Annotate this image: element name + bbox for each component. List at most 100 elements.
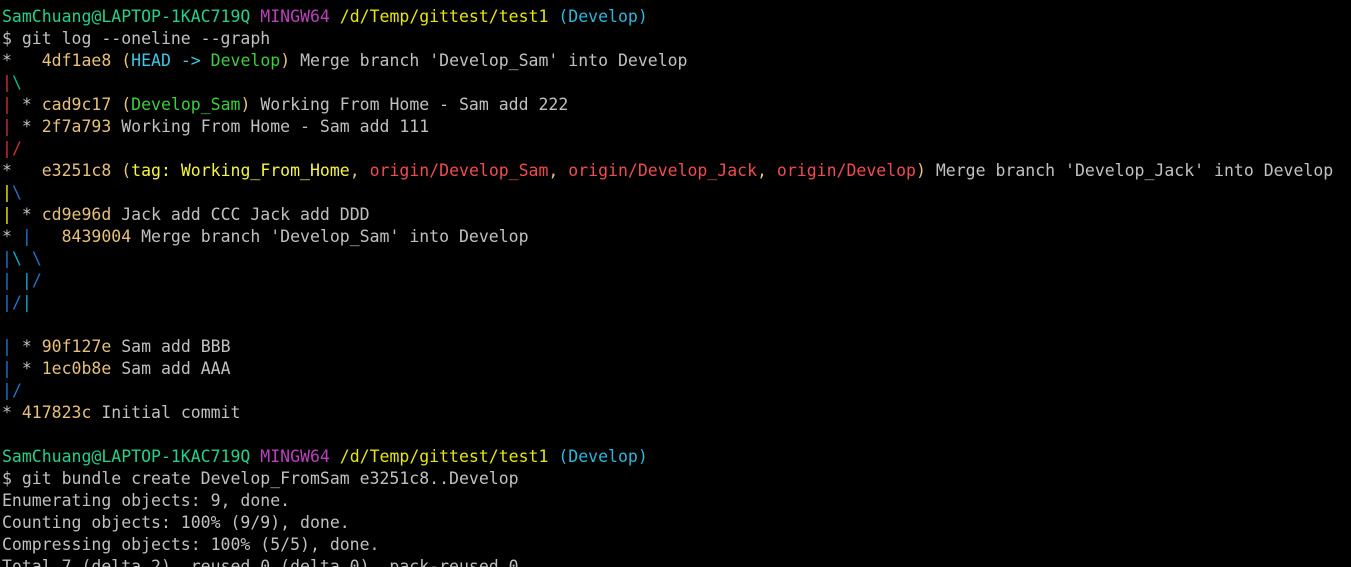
- terminal-text-segment: *: [2, 227, 22, 246]
- terminal-text-segment: |: [21, 293, 32, 312]
- terminal-text-segment: Compressing objects: 100% (5/5), done.: [2, 535, 380, 554]
- terminal-line: | * 2f7a793 Working From Home - Sam add …: [2, 116, 1351, 138]
- terminal-text-segment: Total 7 (delta 2), reused 0 (delta 0), p…: [2, 557, 519, 567]
- terminal-line: |\: [2, 182, 1351, 204]
- terminal-text-segment: |: [2, 139, 12, 158]
- terminal-line: Enumerating objects: 9, done.: [2, 490, 1351, 512]
- terminal-text-segment: MINGW64: [260, 7, 330, 26]
- terminal-text-segment: \: [11, 73, 22, 92]
- terminal-text-segment: |: [21, 227, 32, 246]
- terminal-text-segment: |: [2, 359, 12, 378]
- terminal-text-segment: Develop: [210, 51, 281, 70]
- terminal-text-segment: *: [2, 403, 22, 422]
- terminal-window[interactable]: SamChuang@LAPTOP-1KAC719Q MINGW64 /d/Tem…: [0, 0, 1351, 567]
- terminal-text-segment: (: [121, 95, 132, 114]
- terminal-text-segment: \: [11, 183, 22, 202]
- terminal-line: * 4df1ae8 (HEAD -> Develop) Merge branch…: [2, 50, 1351, 72]
- terminal-line: Compressing objects: 100% (5/5), done.: [2, 534, 1351, 556]
- terminal-text-segment: 2f7a793: [41, 117, 112, 136]
- terminal-text-segment: *: [2, 161, 42, 180]
- terminal-text-segment: 417823c: [21, 403, 92, 422]
- terminal-line: |\: [2, 72, 1351, 94]
- terminal-text-segment: Develop_Sam: [131, 95, 241, 114]
- terminal-text-segment: |: [21, 271, 32, 290]
- terminal-text-segment: (Develop): [558, 7, 648, 26]
- terminal-text-segment: origin/Develop_Sam: [369, 161, 549, 180]
- terminal-text-segment: ,: [349, 161, 370, 180]
- terminal-text-segment: ): [280, 51, 291, 70]
- terminal-text-segment: *: [2, 51, 42, 70]
- terminal-text-segment: $ git log --oneline --graph: [2, 29, 271, 48]
- terminal-text-segment: /: [11, 293, 22, 312]
- terminal-line: | * 1ec0b8e Sam add AAA: [2, 358, 1351, 380]
- terminal-text-segment: origin/Develop: [776, 161, 916, 180]
- terminal-line: |\ \: [2, 248, 1351, 270]
- terminal-text-segment: |: [2, 183, 12, 202]
- terminal-text-segment: $ git bundle create Develop_FromSam e325…: [2, 469, 519, 488]
- terminal-line: |/: [2, 138, 1351, 160]
- terminal-text-segment: cd9e96d: [41, 205, 112, 224]
- terminal-line: * e3251c8 (tag: Working_From_Home, origi…: [2, 160, 1351, 182]
- terminal-text-segment: Working_From_Home: [180, 161, 350, 180]
- terminal-line: $ git log --oneline --graph: [2, 28, 1351, 50]
- terminal-text-segment: |: [2, 117, 12, 136]
- terminal-text-segment: |: [2, 205, 12, 224]
- terminal-line: |/|: [2, 292, 1351, 314]
- terminal-text-segment: Initial commit: [91, 403, 241, 422]
- terminal-text-segment: (Develop): [558, 447, 648, 466]
- terminal-text-segment: Merge branch 'Develop_Jack' into Develop: [925, 161, 1334, 180]
- terminal-text-segment: MINGW64: [260, 447, 330, 466]
- terminal-text-segment: Enumerating objects: 9, done.: [2, 491, 291, 510]
- terminal-text-segment: Working From Home - Sam add 222: [250, 95, 569, 114]
- terminal-line: SamChuang@LAPTOP-1KAC719Q MINGW64 /d/Tem…: [2, 446, 1351, 468]
- terminal-text-segment: |: [2, 95, 12, 114]
- terminal-text-segment: |: [2, 73, 12, 92]
- terminal-text-segment: *: [11, 117, 42, 136]
- terminal-text-segment: /d/Temp/gittest/test1: [339, 447, 549, 466]
- terminal-text-segment: *: [11, 359, 42, 378]
- terminal-text-segment: /d/Temp/gittest/test1: [339, 7, 549, 26]
- terminal-text-segment: Merge branch 'Develop_Sam' into Develop: [131, 227, 529, 246]
- terminal-line: SamChuang@LAPTOP-1KAC719Q MINGW64 /d/Tem…: [2, 6, 1351, 28]
- terminal-text-segment: Merge branch 'Develop_Sam' into Develop: [290, 51, 688, 70]
- terminal-text-segment: |: [2, 337, 12, 356]
- terminal-text-segment: Working From Home - Sam add 111: [111, 117, 430, 136]
- terminal-text-segment: HEAD ->: [131, 51, 211, 70]
- terminal-text-segment: 90f127e: [41, 337, 112, 356]
- terminal-text-segment: /: [31, 271, 42, 290]
- terminal-text-segment: |: [2, 293, 12, 312]
- terminal-text-segment: /: [11, 381, 22, 400]
- terminal-text-segment: /: [11, 139, 22, 158]
- terminal-line: | * 90f127e Sam add BBB: [2, 336, 1351, 358]
- terminal-text-segment: *: [11, 205, 42, 224]
- terminal-text-segment: *: [11, 95, 42, 114]
- terminal-text-segment: (: [121, 51, 132, 70]
- terminal-line: Total 7 (delta 2), reused 0 (delta 0), p…: [2, 556, 1351, 567]
- terminal-text-segment: Sam add AAA: [111, 359, 231, 378]
- terminal-text-segment: (: [121, 161, 132, 180]
- terminal-line: * | 8439004 Merge branch 'Develop_Sam' i…: [2, 226, 1351, 248]
- terminal-line: | * cad9c17 (Develop_Sam) Working From H…: [2, 94, 1351, 116]
- terminal-line: | * cd9e96d Jack add CCC Jack add DDD: [2, 204, 1351, 226]
- terminal-line: * 417823c Initial commit: [2, 402, 1351, 424]
- terminal-text-segment: ): [240, 95, 251, 114]
- terminal-text-segment: origin/Develop_Jack: [568, 161, 758, 180]
- terminal-text-segment: *: [11, 337, 42, 356]
- terminal-text-segment: 1ec0b8e: [41, 359, 112, 378]
- terminal-text-segment: ): [916, 161, 926, 180]
- terminal-text-segment: |: [2, 271, 12, 290]
- terminal-text-segment: \: [31, 249, 42, 268]
- terminal-line: | |/: [2, 270, 1351, 292]
- terminal-text-segment: |: [2, 249, 12, 268]
